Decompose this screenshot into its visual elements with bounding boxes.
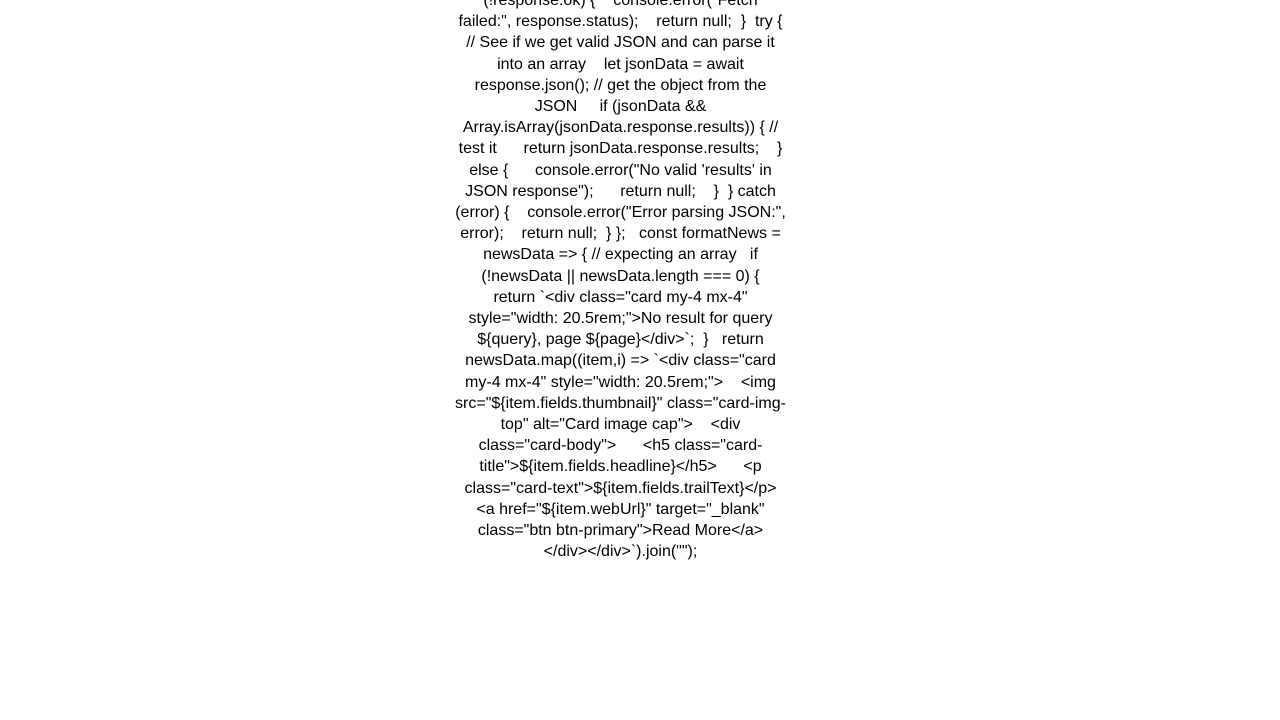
page-viewport: (!response.ok) { console.error("Fetch fa… bbox=[0, 0, 1280, 720]
code-text-block: (!response.ok) { console.error("Fetch fa… bbox=[455, 0, 804, 561]
